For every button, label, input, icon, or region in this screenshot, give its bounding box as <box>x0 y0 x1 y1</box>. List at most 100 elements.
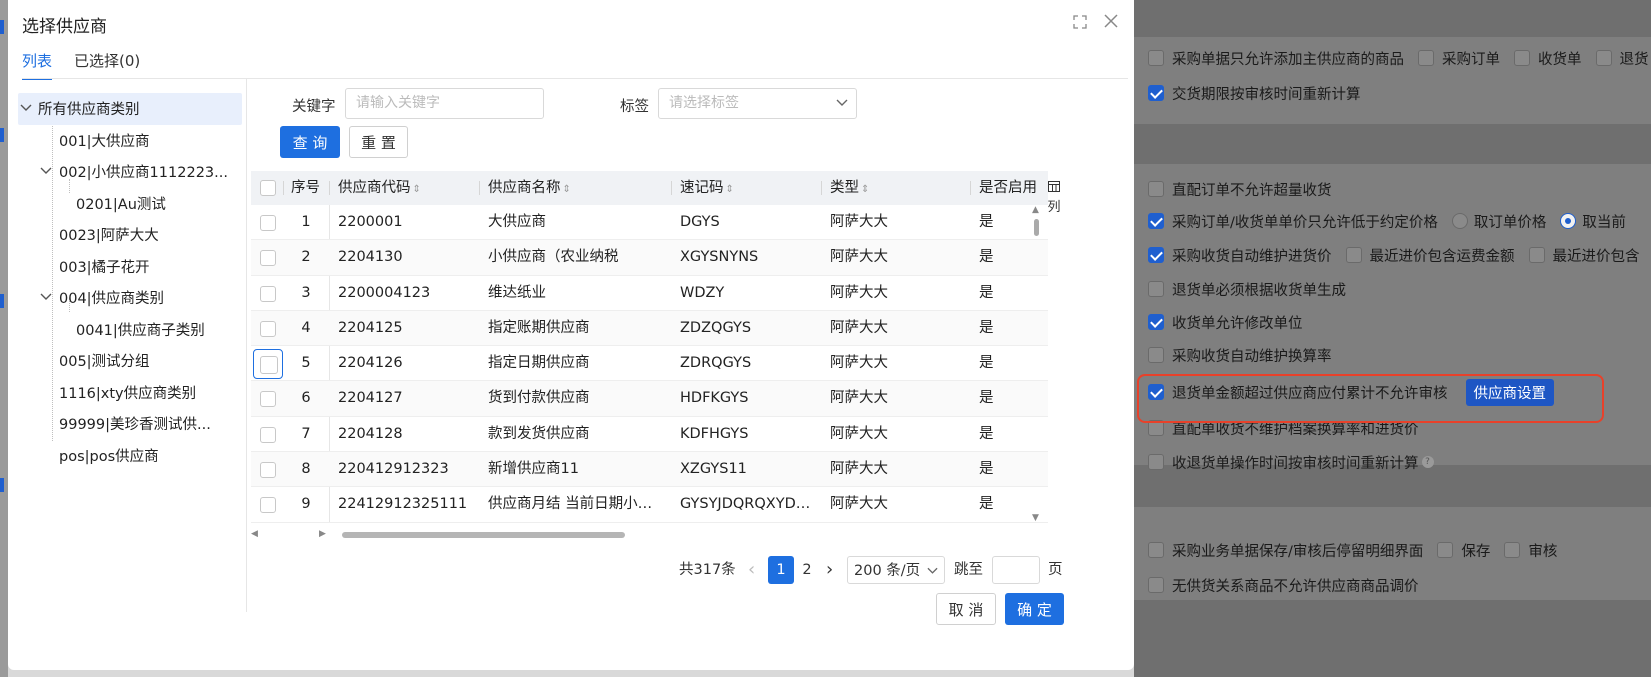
bg-setting-row[interactable]: 直配订单不允许超量收货 <box>1148 177 1332 201</box>
bg-setting-row[interactable]: 无供货关系商品不允许供应商商品调价 <box>1148 573 1419 597</box>
help-icon[interactable]: ? <box>1421 456 1434 468</box>
close-icon[interactable] <box>1102 12 1120 34</box>
maximize-icon[interactable] <box>1072 14 1088 34</box>
column-settings-button[interactable]: 列 <box>1044 181 1064 215</box>
sort-icon[interactable]: ⇕ <box>726 184 734 195</box>
bg-setting-row[interactable]: 采购单据只允许添加主供应商的商品 采购订单 收货单 退货 <box>1148 46 1649 70</box>
vertical-scrollbar[interactable]: ▲ ▼ <box>1030 205 1042 525</box>
sort-icon[interactable]: ⇕ <box>413 184 421 195</box>
keyword-input[interactable]: 请输入关键字 <box>345 88 544 119</box>
bg-setting-row[interactable]: 采购收货自动维护进货价 最近进价包含运费金额 最近进价包含 <box>1148 243 1640 267</box>
keyword-label: 关键字 <box>292 99 336 115</box>
scroll-down-icon[interactable]: ▼ <box>1032 513 1039 523</box>
radio[interactable] <box>1560 213 1577 229</box>
chevron-down-icon <box>836 89 848 118</box>
checkbox[interactable] <box>1148 85 1164 101</box>
bg-setting-row[interactable]: 退货单必须根据收货单生成 <box>1148 277 1346 301</box>
jump-label: 跳至 <box>954 562 983 578</box>
cancel-button[interactable]: 取 消 <box>936 593 996 625</box>
tree-item[interactable]: 0023|阿萨大大 <box>22 219 242 251</box>
bg-setting-row[interactable]: 收货单允许修改单位 <box>1148 310 1303 334</box>
tree-item-all[interactable]: 所有供应商类别 <box>18 93 242 125</box>
annotation-highlight-box <box>1137 374 1604 423</box>
column-settings-icon <box>1044 181 1064 196</box>
column-header-enabled: 是否启用 <box>979 180 1037 196</box>
dialog-title: 选择供应商 <box>22 17 107 37</box>
row-checkbox[interactable] <box>260 426 276 443</box>
horizontal-scrollbar[interactable]: ◀ ▶ <box>249 529 1029 541</box>
column-header-name[interactable]: 供应商名称 ⇕ <box>488 171 571 205</box>
tree-item[interactable]: 0201|Au测试 <box>22 188 242 220</box>
panel-divider <box>246 79 247 612</box>
tree-item[interactable]: 99999|美珍香测试供... <box>22 408 242 440</box>
page-unit-label: 页 <box>1048 562 1063 578</box>
tree-item[interactable]: 003|橘子花开 <box>22 251 242 283</box>
table-row[interactable]: 7 2204128 款到发货供应商 KDFHGYS 阿萨大大 是 <box>251 417 1048 453</box>
sort-icon[interactable]: ⇕ <box>861 184 869 195</box>
caret-down-icon[interactable] <box>20 102 32 115</box>
row-checkbox[interactable] <box>260 250 276 267</box>
background-settings-page: 采购单据只允许添加主供应商的商品 采购订单 收货单 退货 交货期限按审核时间重新… <box>1134 0 1651 677</box>
background-left-strip <box>0 0 8 677</box>
radio[interactable] <box>1451 213 1468 229</box>
chevron-left-icon[interactable]: ‹ <box>748 556 755 584</box>
tag-label: 标签 <box>620 99 649 115</box>
scroll-right-icon[interactable]: ▶ <box>319 529 326 539</box>
bg-setting-row[interactable]: 采购业务单据保存/审核后停留明细界面 保存 审核 <box>1148 538 1557 562</box>
tab-selected[interactable]: 已选择(0) <box>74 50 140 80</box>
checkbox[interactable] <box>1148 50 1164 66</box>
table-row[interactable]: 4 2204125 指定账期供应商 ZDZQGYS 阿萨大大 是 <box>251 310 1048 347</box>
tree-item[interactable]: 001|大供应商 <box>22 125 242 157</box>
row-checkbox[interactable] <box>260 462 276 479</box>
query-button[interactable]: 查 询 <box>280 126 340 158</box>
ok-button[interactable]: 确 定 <box>1005 593 1064 625</box>
sort-icon[interactable]: ⇕ <box>563 184 571 195</box>
column-header-shortcode[interactable]: 速记码 ⇕ <box>680 171 734 205</box>
row-checkbox[interactable] <box>260 391 276 408</box>
supplier-category-tree: 所有供应商类别 001|大供应商 002|小供应商1112223... 0201… <box>18 93 242 472</box>
bg-setting-row[interactable]: 采购收货自动维护换算率 <box>1148 343 1332 367</box>
select-all-checkbox[interactable] <box>260 180 276 196</box>
table-row[interactable]: 1 2200001 大供应商 DGYS 阿萨大大 是 <box>251 205 1048 241</box>
scroll-up-icon[interactable]: ▲ <box>1032 205 1039 215</box>
scroll-left-icon[interactable]: ◀ <box>251 529 258 539</box>
tab-list[interactable]: 列表 <box>22 50 53 80</box>
caret-down-icon[interactable] <box>40 291 52 304</box>
supplier-table: 序号 供应商代码 ⇕ 供应商名称 ⇕ 速记码 ⇕ 类型 ⇕ 是否启用 1 2200001… <box>251 171 1048 523</box>
table-row[interactable]: 9 22412912325111 供应商月结 当前日期小… GYSYJDQRQX… <box>251 487 1048 523</box>
select-supplier-dialog: 选择供应商 列表 已选择(0) 所有供应商类别 001|大供应商 002|小供应… <box>8 0 1134 670</box>
reset-button[interactable]: 重 置 <box>349 126 408 158</box>
tag-select[interactable]: 请选择标签 <box>658 88 857 119</box>
table-row[interactable]: 6 2204127 货到付款供应商 HDFKGYS 阿萨大大 是 <box>251 381 1048 417</box>
dialog-tabs: 列表 已选择(0) <box>22 50 140 80</box>
table-row[interactable]: 8 220412912323 新增供应商11 XZGYS11 阿萨大大 是 <box>251 452 1048 488</box>
tree-item[interactable]: 002|小供应商1112223... <box>22 156 242 188</box>
table-row[interactable]: 2 2204130 小供应商（农业纳税 XGYSNYNS 阿萨大大 是 <box>251 240 1048 276</box>
table-row[interactable]: 3 2200004123 维达纸业 WDZY 阿萨大大 是 <box>251 276 1048 311</box>
row-checkbox[interactable] <box>260 497 276 514</box>
tree-item[interactable]: 004|供应商类别 <box>22 282 242 314</box>
bg-setting-row[interactable]: 收退货单操作时间按审核时间重新计算 ? <box>1148 450 1434 474</box>
table-row[interactable]: 5 2204126 指定日期供应商 ZDRQGYS 阿萨大大 是 <box>251 346 1048 382</box>
jump-page-input[interactable] <box>992 556 1040 584</box>
tree-item[interactable]: 0041|供应商子类别 <box>22 314 242 346</box>
column-header-type[interactable]: 类型 ⇕ <box>830 171 869 205</box>
scroll-thumb[interactable] <box>1034 219 1039 236</box>
row-checkbox[interactable] <box>260 320 276 337</box>
chevron-down-icon <box>927 557 938 583</box>
page-2[interactable]: 2 <box>794 556 820 584</box>
row-checkbox[interactable] <box>253 349 283 380</box>
column-header-code[interactable]: 供应商代码 ⇕ <box>338 171 421 205</box>
page-1[interactable]: 1 <box>768 556 794 584</box>
caret-down-icon[interactable] <box>40 165 52 178</box>
row-checkbox[interactable] <box>260 285 276 302</box>
page-size-select[interactable]: 200 条/页 <box>847 556 945 584</box>
scroll-thumb[interactable] <box>342 532 625 538</box>
chevron-right-icon[interactable]: › <box>826 556 833 584</box>
tree-item[interactable]: 1116|xty供应商类别 <box>22 377 242 409</box>
tree-item[interactable]: pos|pos供应商 <box>22 440 242 472</box>
bg-setting-row[interactable]: 采购订单/收货单单价只允许低于约定价格 取订单价格 取当前 <box>1148 209 1626 233</box>
tree-item[interactable]: 005|测试分组 <box>22 345 242 377</box>
row-checkbox[interactable] <box>260 215 276 231</box>
bg-setting-row[interactable]: 交货期限按审核时间重新计算 <box>1148 81 1361 105</box>
